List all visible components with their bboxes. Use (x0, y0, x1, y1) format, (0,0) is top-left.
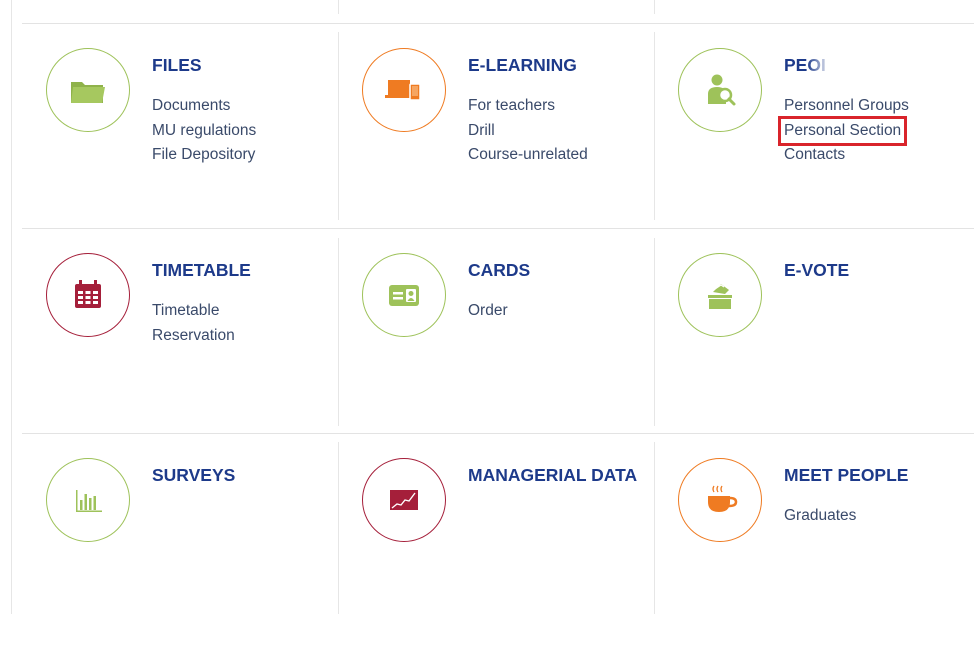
tile-surveys: SURVEYS (46, 458, 362, 648)
tile-title[interactable]: MEET PEOPLE (784, 465, 908, 486)
link-documents[interactable]: Documents (152, 94, 256, 119)
bar-chart-icon (76, 490, 102, 512)
tile-links: Timetable Reservation (152, 299, 235, 348)
coffee-cup-icon (708, 485, 738, 512)
tile-e-vote: E-VOTE (678, 253, 974, 443)
tile-meet-people: MEET PEOPLE Graduates (678, 458, 974, 648)
managerial-data-circle-button[interactable] (362, 458, 446, 542)
link-personal-section[interactable]: Personal Section (777, 115, 908, 146)
devices-icon (385, 80, 421, 101)
trend-chart-icon (390, 490, 418, 510)
left-border (11, 0, 12, 614)
tile-title[interactable]: MANAGERIAL DATA (468, 465, 637, 486)
tile-title[interactable]: E-VOTE (784, 260, 849, 281)
ballot-box-icon (708, 284, 732, 309)
tile-links: Order (468, 299, 508, 324)
tile-files: FILES Documents MU regulations File Depo… (46, 48, 362, 238)
e-vote-circle-button[interactable] (678, 253, 762, 337)
link-mu-regulations[interactable]: MU regulations (152, 119, 256, 144)
people-circle-button[interactable] (678, 48, 762, 132)
tile-title[interactable]: TIMETABLE (152, 260, 251, 281)
link-course-unrelated[interactable]: Course-unrelated (468, 143, 588, 168)
tile-timetable: TIMETABLE Timetable Reservation (46, 253, 362, 443)
tile-cards: CARDS Order (362, 253, 678, 443)
column-divider (338, 0, 339, 14)
tile-title[interactable]: FILES (152, 55, 202, 76)
link-file-depository[interactable]: File Depository (152, 143, 256, 168)
row-divider (22, 23, 974, 24)
calendar-icon (75, 280, 101, 308)
tile-managerial-data: MANAGERIAL DATA (362, 458, 678, 648)
link-graduates[interactable]: Graduates (784, 504, 856, 529)
link-order[interactable]: Order (468, 299, 508, 324)
link-reservation[interactable]: Reservation (152, 324, 235, 349)
meet-people-circle-button[interactable] (678, 458, 762, 542)
tile-title[interactable]: E-LEARNING (468, 55, 577, 76)
timetable-circle-button[interactable] (46, 253, 130, 337)
link-drill[interactable]: Drill (468, 119, 588, 144)
tile-title[interactable]: SURVEYS (152, 465, 235, 486)
tile-title[interactable]: PEOI (784, 55, 826, 76)
link-for-teachers[interactable]: For teachers (468, 94, 588, 119)
person-search-icon (708, 74, 736, 106)
tile-e-learning: E-LEARNING For teachers Drill Course-unr… (362, 48, 678, 238)
link-timetable[interactable]: Timetable (152, 299, 235, 324)
link-contacts[interactable]: Contacts (784, 143, 909, 168)
cards-circle-button[interactable] (362, 253, 446, 337)
folder-icon (71, 82, 105, 103)
surveys-circle-button[interactable] (46, 458, 130, 542)
tile-links: For teachers Drill Course-unrelated (468, 94, 588, 168)
link-personnel-groups[interactable]: Personnel Groups (784, 94, 909, 119)
tile-links: Graduates (784, 504, 856, 529)
files-circle-button[interactable] (46, 48, 130, 132)
tile-links: Documents MU regulations File Depository (152, 94, 256, 168)
tile-title[interactable]: CARDS (468, 260, 530, 281)
tile-links: Personnel Groups Personal Section Contac… (777, 94, 909, 168)
e-learning-circle-button[interactable] (362, 48, 446, 132)
tile-people: PEOI Personnel Groups Personal Section C… (678, 48, 974, 238)
column-divider (654, 0, 655, 14)
id-card-icon (389, 285, 419, 306)
